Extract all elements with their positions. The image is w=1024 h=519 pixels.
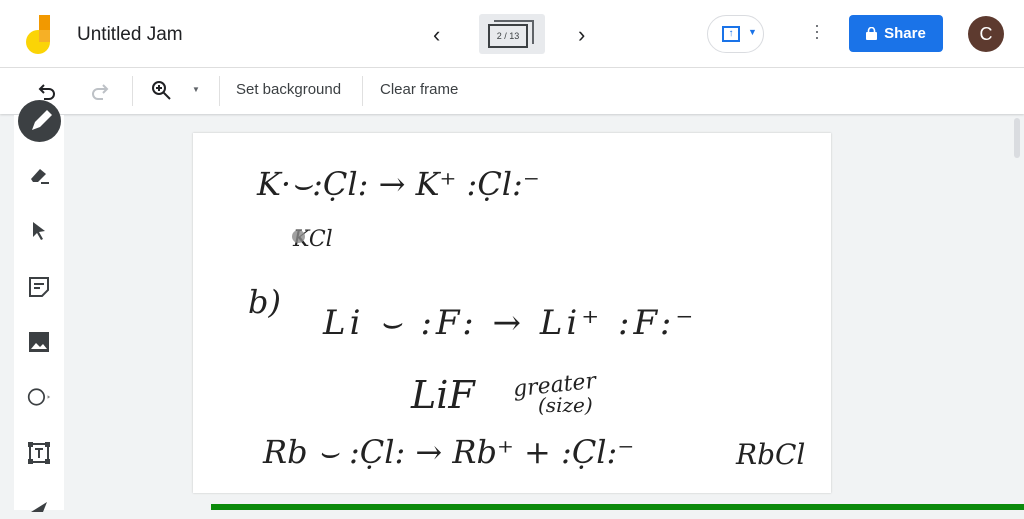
handwriting-kcl-reaction: K·⌣:C̣l: → K⁺ :C̣l:⁻ (257, 165, 540, 203)
text-box-icon[interactable] (27, 441, 51, 465)
pen-tool-button[interactable] (18, 100, 61, 142)
zoom-icon[interactable] (151, 80, 173, 102)
undo-icon[interactable] (38, 82, 58, 102)
set-background-button[interactable]: Set background (236, 81, 341, 98)
jam-title[interactable]: Untitled Jam (77, 24, 183, 46)
present-icon: ↑ (722, 26, 740, 42)
share-label: Share (884, 25, 926, 42)
redo-icon[interactable] (89, 82, 109, 102)
jam-frame-canvas[interactable]: K·⌣:C̣l: → K⁺ :C̣l:⁻ KCl b) Li ⌣ :F: → L… (193, 133, 831, 493)
handwriting-lif: LiF (411, 373, 475, 417)
more-options-icon[interactable]: · · · (810, 16, 824, 46)
pen-icon (32, 110, 52, 130)
laser-icon[interactable] (27, 495, 51, 519)
scrollbar[interactable] (1014, 118, 1020, 158)
progress-bar (211, 504, 1024, 510)
previous-frame-button[interactable]: ‹ (433, 22, 440, 48)
handwriting-part-b: b) (248, 283, 281, 321)
handwriting-rbcl-reaction: Rb ⌣ :C̣l: → Rb⁺ + :C̣l:⁻ (263, 433, 635, 471)
handwriting-size: (size) (538, 393, 593, 417)
sticky-note-icon[interactable] (27, 275, 51, 299)
avatar[interactable]: C (968, 16, 1004, 52)
next-frame-button[interactable]: › (578, 22, 585, 48)
cursor-pointer (292, 230, 305, 243)
share-button[interactable]: Share (849, 15, 943, 52)
handwriting-lif-reaction: Li ⌣ :F: → Li⁺ :F:⁻ (323, 303, 698, 343)
select-arrow-icon[interactable] (27, 219, 51, 243)
handwriting-rbcl: RbCl (736, 438, 806, 471)
present-button[interactable]: ↑ ▼ (707, 15, 764, 53)
toolbar: ▼ Set background Clear frame (0, 68, 1024, 114)
eraser-icon[interactable] (27, 163, 51, 187)
tool-rail (14, 115, 64, 512)
frame-bar-toggle[interactable]: 2 / 13 (479, 14, 545, 54)
frame-indicator: 2 / 13 (488, 24, 528, 48)
image-icon[interactable] (27, 330, 51, 354)
circle-shape-icon[interactable] (27, 385, 51, 409)
chevron-down-icon: ▼ (748, 27, 757, 37)
clear-frame-button[interactable]: Clear frame (380, 81, 458, 98)
jamboard-logo (26, 15, 50, 54)
lock-icon (866, 27, 878, 40)
top-bar: Untitled Jam ‹ 2 / 13 › ↑ ▼ · · · Share C (0, 0, 1024, 68)
zoom-dropdown-icon[interactable]: ▼ (192, 85, 200, 94)
